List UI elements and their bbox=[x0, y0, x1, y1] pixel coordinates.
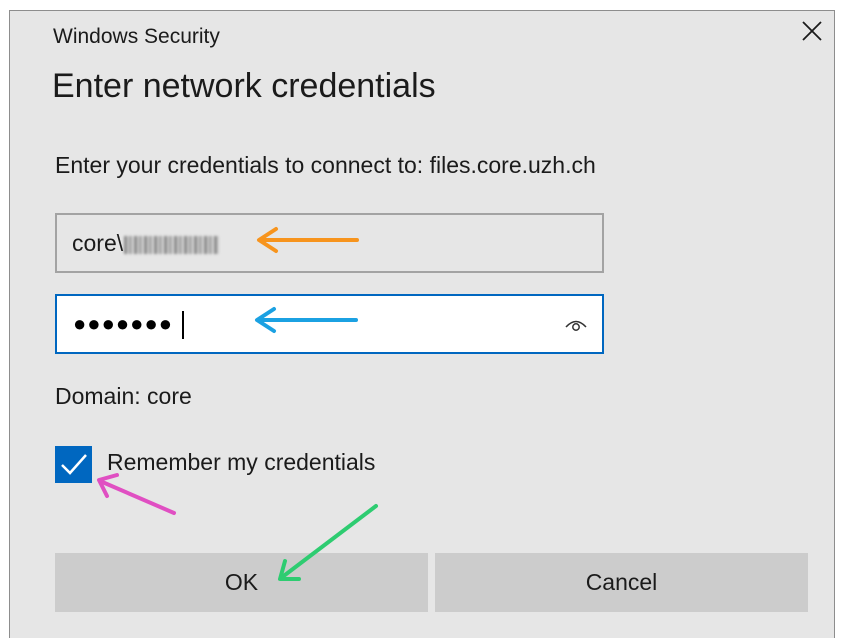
eye-icon bbox=[565, 320, 587, 331]
username-prefix: core\ bbox=[72, 230, 124, 256]
username-value: core\ bbox=[72, 215, 220, 271]
reveal-password-button[interactable] bbox=[564, 313, 588, 337]
window-title: Windows Security bbox=[53, 25, 220, 48]
close-icon bbox=[802, 21, 822, 41]
connection-prompt: Enter your credentials to connect to: fi… bbox=[55, 152, 596, 178]
blurred-username bbox=[124, 235, 220, 254]
remember-label[interactable]: Remember my credentials bbox=[107, 449, 375, 476]
password-dots: ●●●●●●● bbox=[73, 311, 174, 336]
ok-button[interactable]: OK bbox=[55, 553, 428, 612]
remember-checkbox[interactable] bbox=[55, 446, 92, 483]
dialog-heading: Enter network credentials bbox=[52, 67, 436, 105]
domain-label: Domain: core bbox=[55, 383, 192, 409]
password-field[interactable]: ●●●●●●● bbox=[55, 294, 604, 354]
checkmark-icon bbox=[61, 454, 87, 475]
text-caret bbox=[182, 311, 184, 339]
cancel-button[interactable]: Cancel bbox=[435, 553, 808, 612]
credentials-dialog: Windows Security Enter network credentia… bbox=[9, 10, 835, 638]
close-button[interactable] bbox=[798, 17, 826, 45]
username-field[interactable]: core\ bbox=[55, 213, 604, 273]
